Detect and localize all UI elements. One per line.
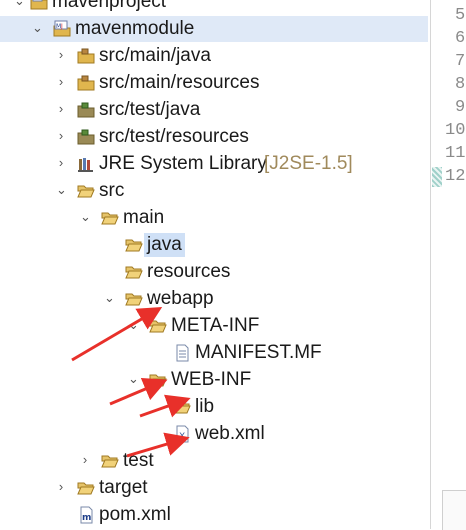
tree-item-label: web.xml [195, 423, 265, 444]
tree-item-label: main [123, 207, 165, 228]
line-number: 8 [455, 75, 466, 94]
svg-text:X: X [179, 432, 185, 442]
tree-item-label: META-INF [171, 315, 260, 336]
tree-item-label: lib [195, 396, 215, 417]
tree-item-label: resources [147, 261, 231, 282]
tree-item-web-inf[interactable]: ⌄ WEB-INF [0, 367, 428, 393]
tree-item-label: MANIFEST.MF [195, 342, 322, 363]
chevron-down-icon[interactable]: ⌄ [104, 291, 115, 304]
line-number: 12 [445, 167, 466, 186]
maven-project-icon: MJ [53, 20, 71, 38]
folder-open-icon [173, 398, 191, 416]
folder-open-icon [77, 182, 95, 200]
tree-item-src-test-resources[interactable]: › src/test/resources [0, 124, 428, 150]
tree-item-mavenproject[interactable]: ⌄ mavenproject [0, 0, 428, 15]
chevron-right-icon[interactable]: › [56, 129, 66, 142]
tree-item-pom-xml[interactable]: m pom.xml [0, 502, 428, 528]
tree-item-label: test [123, 450, 154, 471]
chevron-right-icon[interactable]: › [56, 48, 66, 61]
svg-text:J: J [60, 23, 63, 30]
tree-item-test[interactable]: › test [0, 448, 428, 474]
chevron-right-icon[interactable]: › [56, 480, 66, 493]
chevron-down-icon[interactable]: ⌄ [56, 183, 67, 196]
tree-item-main[interactable]: ⌄ main [0, 205, 428, 231]
tree-item-src-test-java[interactable]: › src/test/java [0, 97, 428, 123]
tree-item-src-main-java[interactable]: › src/main/java [0, 43, 428, 69]
chevron-right-icon[interactable]: › [56, 75, 66, 88]
line-number: 7 [455, 52, 466, 71]
tree-item-label: mavenmodule [75, 18, 195, 39]
chevron-right-icon[interactable]: › [56, 156, 66, 169]
project-icon [30, 0, 48, 11]
test-source-folder-icon [77, 101, 95, 119]
tree-item-jre-system-library[interactable]: › JRE System Library [J2SE-1.5] [0, 151, 428, 177]
tree-item-label: src/test/resources [99, 126, 249, 147]
line-number: 6 [455, 29, 466, 48]
tree-item-src[interactable]: ⌄ src [0, 178, 428, 204]
folder-open-icon [101, 209, 119, 227]
project-explorer-tree: ⌄ mavenproject ⌄ MJ mavenmodule › src/ma… [0, 0, 430, 529]
tree-item-label: JRE System Library [99, 153, 267, 174]
tree-item-mavenmodule[interactable]: ⌄ MJ mavenmodule [0, 16, 428, 42]
test-source-folder-icon [77, 128, 95, 146]
tree-item-lib[interactable]: lib [0, 394, 428, 420]
tree-item-label: webapp [147, 288, 214, 309]
tree-item-label: src/test/java [99, 99, 201, 120]
folder-open-icon [77, 479, 95, 497]
tree-item-label: src/main/resources [99, 72, 260, 93]
tree-item-src-main-resources[interactable]: › src/main/resources [0, 70, 428, 96]
maven-pom-icon: m [77, 506, 95, 524]
tree-item-java[interactable]: java [0, 232, 428, 258]
editor-line-number-gutter: 5 6 7 8 9 10 11 12 [430, 0, 466, 529]
chevron-down-icon[interactable]: ⌄ [128, 318, 139, 331]
source-folder-icon [77, 47, 95, 65]
chevron-down-icon[interactable]: ⌄ [14, 0, 25, 7]
folder-open-icon [101, 452, 119, 470]
chevron-down-icon[interactable]: ⌄ [128, 372, 139, 385]
folder-open-icon [149, 317, 167, 335]
tree-item-resources[interactable]: resources [0, 259, 428, 285]
chevron-right-icon[interactable]: › [80, 453, 90, 466]
chevron-right-icon[interactable]: › [56, 102, 66, 115]
library-icon [77, 155, 95, 173]
tree-item-label: mavenproject [52, 0, 167, 12]
svg-text:m: m [82, 513, 91, 523]
line-number: 11 [445, 144, 466, 163]
folder-open-icon [125, 290, 143, 308]
tree-item-label: src/main/java [99, 45, 211, 66]
current-line-marker [432, 167, 442, 187]
folder-open-icon [125, 263, 143, 281]
tree-item-label: src [99, 180, 125, 201]
tree-item-manifest-mf[interactable]: MANIFEST.MF [0, 340, 428, 366]
folder-open-icon [149, 371, 167, 389]
tree-item-target[interactable]: › target [0, 475, 428, 501]
tree-item-label: pom.xml [99, 504, 171, 525]
chevron-down-icon[interactable]: ⌄ [80, 210, 91, 223]
tree-item-label: java [144, 233, 185, 257]
line-number: 5 [455, 6, 466, 25]
tree-item-label: target [99, 477, 148, 498]
tree-item-label: WEB-INF [171, 369, 252, 390]
tree-item-meta-inf[interactable]: ⌄ META-INF [0, 313, 428, 339]
tree-item-decoration: [J2SE-1.5] [264, 153, 353, 174]
chevron-down-icon[interactable]: ⌄ [32, 21, 43, 34]
tree-item-web-xml[interactable]: X web.xml [0, 421, 428, 447]
line-number: 9 [455, 98, 466, 117]
file-icon [173, 344, 191, 362]
editor-scroll-corner[interactable] [442, 490, 466, 530]
tree-item-webapp[interactable]: ⌄ webapp [0, 286, 428, 312]
xml-file-icon: X [173, 425, 191, 443]
folder-open-icon [125, 236, 143, 254]
line-number: 10 [445, 121, 466, 140]
source-folder-icon [77, 74, 95, 92]
